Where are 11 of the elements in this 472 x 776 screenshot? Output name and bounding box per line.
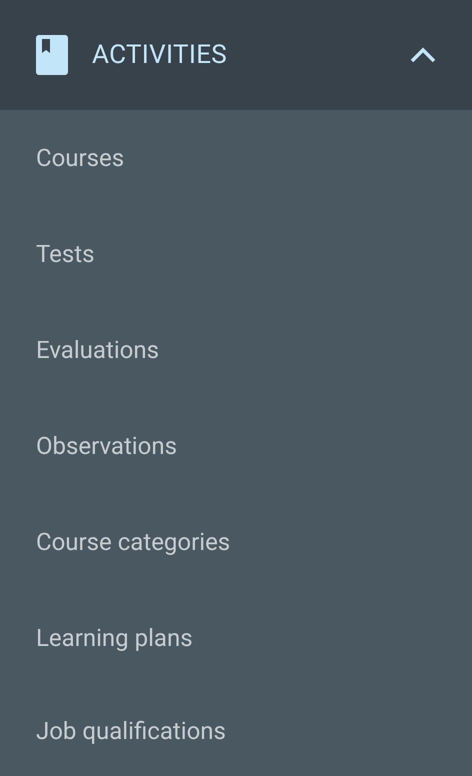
menu-item[interactable]: Courses [0,110,472,206]
menu-item[interactable]: Learning plans [0,590,472,686]
section-header[interactable]: ACTIVITIES [0,0,472,110]
bookmark-book-icon [36,35,68,75]
menu-item[interactable]: Course categories [0,494,472,590]
menu-item[interactable]: Evaluations [0,302,472,398]
menu-item[interactable]: Tests [0,206,472,302]
section-title: ACTIVITIES [92,40,228,70]
menu-item[interactable]: Observations [0,398,472,494]
chevron-icon [410,47,436,63]
menu-item[interactable]: Job qualifications [0,686,472,776]
